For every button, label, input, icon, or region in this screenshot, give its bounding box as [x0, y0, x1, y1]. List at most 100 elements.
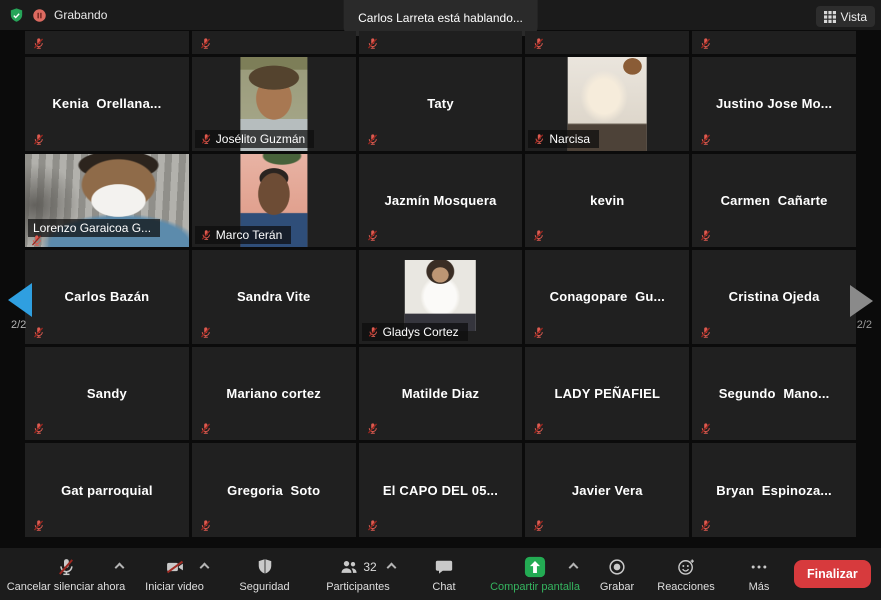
reactions-smiley-icon — [676, 557, 696, 577]
participant-tile[interactable]: kevin — [525, 154, 689, 248]
mic-muted-icon — [199, 422, 212, 435]
participant-name: LADY PEÑAFIEL — [554, 386, 660, 401]
participant-name: Marco Terán — [216, 228, 282, 242]
participant-tile-video[interactable]: Gladys Cortez — [359, 250, 523, 344]
participants-count: 32 — [363, 560, 376, 574]
start-video-button[interactable]: Iniciar video — [132, 548, 217, 600]
previous-page-arrow[interactable] — [8, 283, 32, 317]
more-button[interactable]: Más — [724, 548, 794, 600]
participant-name: Gregoria Soto — [227, 483, 320, 498]
participant-tile-partial — [692, 31, 856, 54]
participant-name: Carlos Bazán — [65, 289, 150, 304]
participant-tile[interactable]: Bryan Espinoza... — [692, 443, 856, 537]
participant-tile[interactable]: Matilde Diaz — [359, 347, 523, 441]
shield-icon — [255, 557, 275, 577]
more-dots-icon — [749, 557, 769, 577]
next-page-arrow[interactable] — [850, 285, 873, 317]
participant-tile[interactable]: Justino Jose Mo... — [692, 57, 856, 151]
chat-button[interactable]: Chat — [404, 548, 484, 600]
mic-muted-icon — [30, 234, 43, 247]
participant-tile[interactable]: Carlos Bazán — [25, 250, 189, 344]
participant-tile[interactable]: LADY PEÑAFIEL — [525, 347, 689, 441]
mic-muted-icon — [699, 37, 712, 50]
participant-video — [405, 260, 475, 331]
view-button[interactable]: Vista — [816, 6, 875, 27]
mic-muted-icon — [56, 557, 76, 577]
participants-button[interactable]: 32 Participantes — [312, 548, 404, 600]
record-button[interactable]: Grabar — [586, 548, 648, 600]
participant-name: Taty — [427, 96, 454, 111]
participant-name: Josélito Guzmán — [216, 132, 305, 146]
chat-bubble-icon — [434, 557, 454, 577]
mic-muted-icon — [532, 37, 545, 50]
mic-muted-icon — [699, 133, 712, 146]
participant-name-label: Marco Terán — [195, 226, 291, 244]
start-video-label: Iniciar video — [145, 581, 204, 593]
participant-grid: Kenia Orellana... Josélito Guzmán Taty N… — [25, 57, 856, 537]
reactions-button[interactable]: Reacciones — [648, 548, 724, 600]
participant-tile[interactable]: Gat parroquial — [25, 443, 189, 537]
share-screen-icon — [524, 556, 546, 578]
chevron-up-icon[interactable] — [387, 562, 397, 572]
participant-tile[interactable]: Sandy — [25, 347, 189, 441]
chat-label: Chat — [432, 581, 455, 593]
participant-name: Justino Jose Mo... — [716, 96, 832, 111]
zoom-meeting-window: Grabando Carlos Larreta está hablando...… — [0, 0, 881, 600]
mic-muted-icon — [32, 519, 45, 532]
participant-name: Sandra Vite — [237, 289, 311, 304]
participant-tile-video[interactable]: Narcisa — [525, 57, 689, 151]
participant-tile[interactable]: Carmen Cañarte — [692, 154, 856, 248]
participant-tile-video[interactable]: Lorenzo Garaicoa G... — [25, 154, 189, 248]
participant-tile[interactable]: Gregoria Soto — [192, 443, 356, 537]
participant-tile[interactable]: Taty — [359, 57, 523, 151]
mic-muted-icon — [366, 37, 379, 50]
participant-name: Gat parroquial — [61, 483, 153, 498]
participant-tile-video[interactable]: Josélito Guzmán — [192, 57, 356, 151]
share-screen-label: Compartir pantalla — [490, 581, 580, 593]
participant-tile[interactable]: El CAPO DEL 05... — [359, 443, 523, 537]
participant-name: El CAPO DEL 05... — [383, 483, 498, 498]
participant-tile[interactable]: Conagopare Gu... — [525, 250, 689, 344]
mic-muted-icon — [532, 422, 545, 435]
mic-muted-icon — [699, 519, 712, 532]
mic-muted-icon — [699, 326, 712, 339]
participant-tile[interactable]: Kenia Orellana... — [25, 57, 189, 151]
participant-name: kevin — [590, 193, 624, 208]
more-label: Más — [749, 581, 770, 593]
participant-name-label: Lorenzo Garaicoa G... — [28, 219, 160, 237]
participant-tile[interactable]: Javier Vera — [525, 443, 689, 537]
participant-name-label: Gladys Cortez — [362, 323, 468, 341]
participant-name: Sandy — [87, 386, 127, 401]
participant-name: Javier Vera — [572, 483, 643, 498]
mic-muted-icon — [200, 133, 212, 145]
recording-pause-icon[interactable] — [32, 8, 47, 23]
participant-tile[interactable]: Jazmín Mosquera — [359, 154, 523, 248]
mic-muted-icon — [532, 519, 545, 532]
share-screen-button[interactable]: Compartir pantalla — [484, 548, 586, 600]
mic-muted-icon — [199, 326, 212, 339]
participant-tile[interactable]: Mariano cortez — [192, 347, 356, 441]
chevron-up-icon[interactable] — [569, 562, 579, 572]
participant-name: Jazmín Mosquera — [384, 193, 496, 208]
chevron-up-icon[interactable] — [200, 562, 210, 572]
chevron-up-icon[interactable] — [115, 562, 125, 572]
participant-tile-partial — [525, 31, 689, 54]
participant-name: Mariano cortez — [226, 386, 321, 401]
participant-tile[interactable]: Segundo Mano... — [692, 347, 856, 441]
record-icon — [607, 557, 627, 577]
participant-name-label: Josélito Guzmán — [195, 130, 314, 148]
participant-name: Carmen Cañarte — [721, 193, 828, 208]
unmute-label: Cancelar silenciar ahora — [7, 581, 126, 593]
participant-name: Lorenzo Garaicoa G... — [33, 221, 151, 235]
end-meeting-button[interactable]: Finalizar — [794, 560, 871, 588]
mic-muted-icon — [199, 519, 212, 532]
unmute-button[interactable]: Cancelar silenciar ahora — [0, 548, 132, 600]
mic-muted-icon — [32, 422, 45, 435]
security-button[interactable]: Seguridad — [217, 548, 312, 600]
view-label: Vista — [841, 10, 867, 24]
mic-muted-icon — [699, 422, 712, 435]
participant-tile[interactable]: Cristina Ojeda — [692, 250, 856, 344]
participant-tile-video[interactable]: Marco Terán — [192, 154, 356, 248]
participant-tile[interactable]: Sandra Vite — [192, 250, 356, 344]
meeting-toolbar: Cancelar silenciar ahora Iniciar video S… — [0, 548, 881, 600]
